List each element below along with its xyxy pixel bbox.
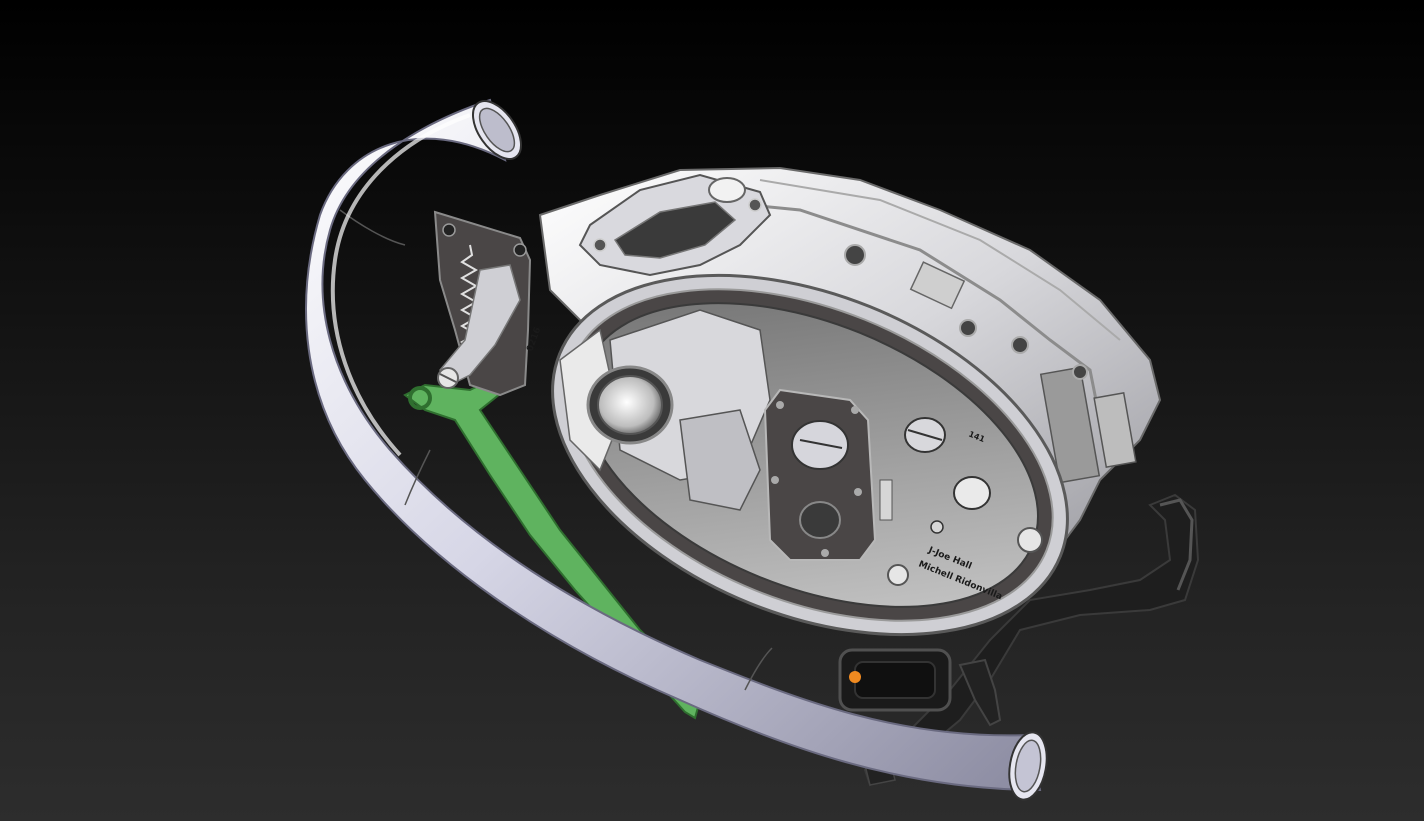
gear-cover-plate <box>763 388 877 561</box>
mounting-plate <box>433 210 532 397</box>
cad-viewport[interactable]: J-Joe Hall Michell Ridonvilla 141 0216 <box>0 0 1424 821</box>
engine-assembly-model[interactable]: J-Joe Hall Michell Ridonvilla 141 0216 <box>0 0 1424 821</box>
indicator-light <box>849 671 861 683</box>
